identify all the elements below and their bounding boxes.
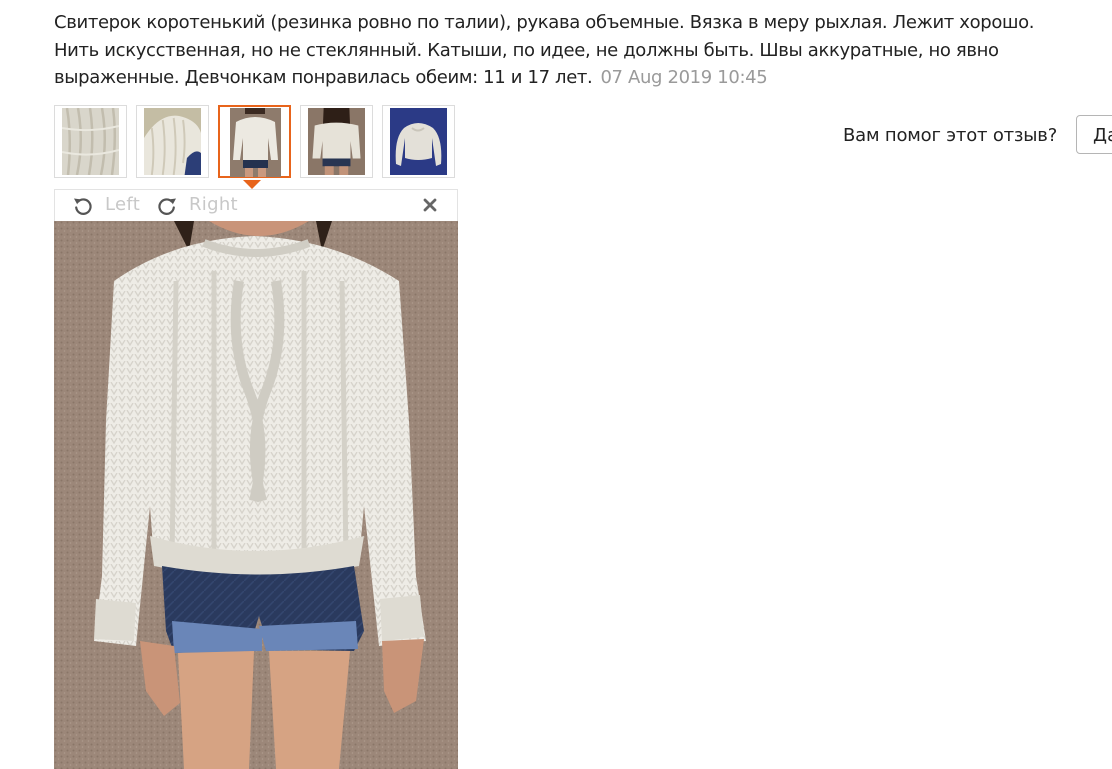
rotate-left-button[interactable]: Left: [71, 193, 151, 219]
photo-thumbnail-5[interactable]: [382, 105, 455, 178]
close-viewer-button[interactable]: [419, 194, 441, 216]
review-line-1: Свитерок коротенький (резинка ровно по т…: [54, 12, 1035, 33]
rotate-left-label: Left: [105, 194, 141, 215]
review-line-3: выраженные. Девчонкам понравилась обеим:…: [54, 64, 1104, 92]
review-date: 07 Aug 2019 10:45: [600, 67, 768, 88]
photo-thumbnail-2[interactable]: [136, 105, 209, 178]
review-line-2: Нить искусственная, но не стеклянный. Ка…: [54, 39, 999, 61]
photo-viewer-toolbar: Left Right: [54, 189, 458, 221]
photo-thumbnail-3-image: [230, 108, 281, 177]
review-text: Свитерок коротенький (резинка ровно по т…: [54, 9, 1104, 92]
rotate-right-button[interactable]: Right: [155, 193, 250, 219]
review-photo-large: [54, 221, 458, 769]
photo-thumbnail-1[interactable]: [54, 105, 127, 178]
photo-thumbnail-5-image: [390, 108, 447, 175]
photo-thumbnail-4[interactable]: [300, 105, 373, 178]
helpful-yes-button[interactable]: Да: [1076, 115, 1112, 154]
rotate-right-icon: [158, 198, 176, 215]
review-line-3-text: выраженные. Девчонкам понравилась обеим:…: [54, 67, 593, 88]
rotate-left-icon: [74, 198, 92, 215]
helpful-question: Вам помог этот отзыв?: [843, 125, 1058, 146]
photo-thumbnail-2-image: [144, 108, 201, 175]
photo-thumbnail-3[interactable]: [218, 105, 291, 178]
close-icon: [423, 198, 437, 212]
photo-thumbnail-1-image: [62, 108, 119, 175]
review-photo-sweater: [54, 221, 458, 769]
rotate-right-label: Right: [189, 194, 238, 215]
selected-thumbnail-pointer: [243, 180, 261, 189]
photo-thumbnail-4-image: [308, 108, 365, 175]
